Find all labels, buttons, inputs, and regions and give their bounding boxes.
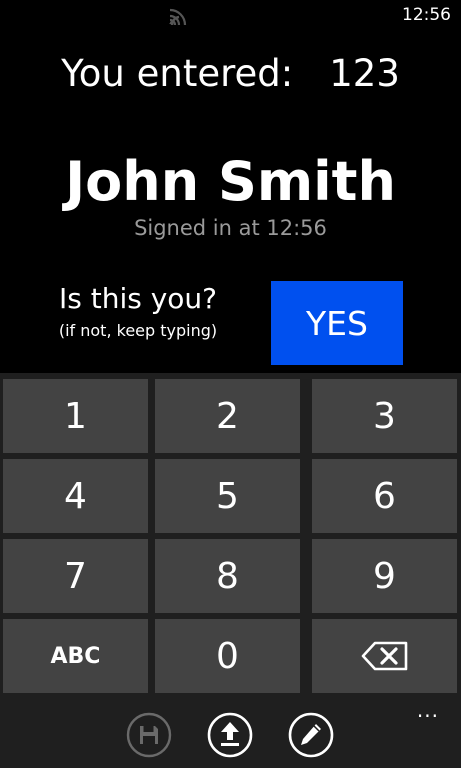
key-9[interactable]: 9	[312, 539, 457, 613]
backspace-icon	[361, 640, 409, 672]
entered-code: 123	[329, 52, 400, 95]
question-hint: (if not, keep typing)	[58, 321, 218, 340]
key-3[interactable]: 3	[312, 379, 457, 453]
key-0[interactable]: 0	[155, 619, 300, 693]
key-2[interactable]: 2	[155, 379, 300, 453]
upload-button[interactable]	[207, 712, 253, 758]
signed-in-status: Signed in at 12:56	[134, 216, 327, 240]
backspace-key[interactable]	[312, 619, 457, 693]
save-icon	[126, 712, 172, 758]
upload-icon	[207, 712, 253, 758]
keypad: 1 2 3 4 5 6 7 8 9 ABC 0	[0, 373, 461, 696]
entered-line: You entered: 123	[0, 52, 461, 95]
key-abc[interactable]: ABC	[3, 619, 148, 693]
save-button[interactable]	[126, 712, 172, 758]
key-4[interactable]: 4	[3, 459, 148, 533]
key-1[interactable]: 1	[3, 379, 148, 453]
key-5[interactable]: 5	[155, 459, 300, 533]
confirm-question: Is this you? (if not, keep typing)	[40, 282, 236, 340]
question-title: Is this you?	[58, 282, 218, 315]
key-8[interactable]: 8	[155, 539, 300, 613]
yes-button[interactable]: YES	[271, 281, 403, 365]
user-name: John Smith	[65, 150, 396, 213]
more-button[interactable]: ...	[417, 698, 439, 722]
status-clock: 12:56	[402, 5, 451, 25]
edit-icon	[288, 712, 334, 758]
screen: 12:56 You entered: 123 John Smith Signed …	[0, 0, 461, 768]
status-bar: 12:56	[0, 0, 461, 32]
edit-button[interactable]	[288, 712, 334, 758]
key-6[interactable]: 6	[312, 459, 457, 533]
key-7[interactable]: 7	[3, 539, 148, 613]
entered-label: You entered:	[61, 52, 294, 95]
app-bar: ...	[0, 696, 461, 768]
signal-icon	[168, 6, 190, 26]
